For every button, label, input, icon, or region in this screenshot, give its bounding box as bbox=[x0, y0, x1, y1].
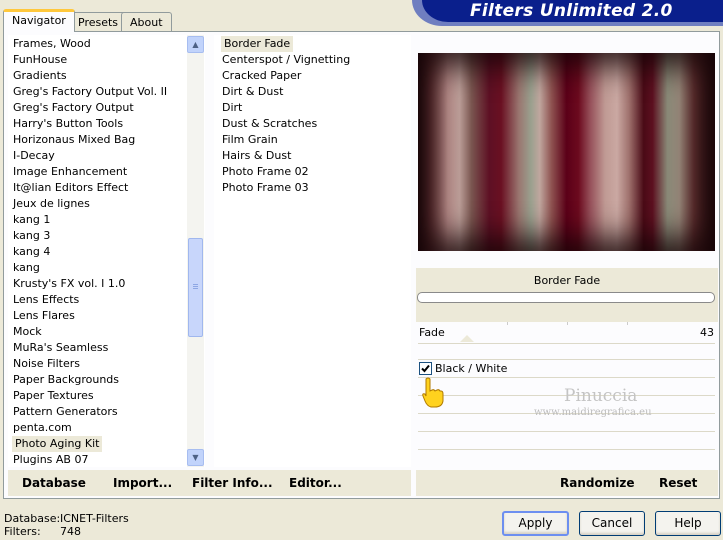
filter-item[interactable]: Dirt & Dust bbox=[222, 84, 283, 100]
category-item[interactable]: Horizonaus Mixed Bag bbox=[13, 132, 135, 148]
filter-item[interactable]: Border Fade bbox=[221, 36, 294, 52]
apply-button[interactable]: Apply bbox=[502, 511, 569, 536]
scroll-up-button[interactable]: ▲ bbox=[187, 36, 204, 53]
category-item[interactable]: Image Enhancement bbox=[13, 164, 127, 180]
thumb-grip bbox=[193, 288, 198, 289]
divider bbox=[418, 359, 715, 360]
category-item[interactable]: I-Decay bbox=[13, 148, 55, 164]
black-white-checkbox[interactable] bbox=[419, 362, 432, 375]
watermark-url: www.maidiregrafica.eu bbox=[534, 407, 652, 418]
filter-item[interactable]: Photo Frame 02 bbox=[222, 164, 309, 180]
category-item[interactable]: Greg's Factory Output Vol. II bbox=[13, 84, 167, 100]
category-item[interactable]: Frames, Wood bbox=[13, 36, 91, 52]
category-item[interactable]: kang bbox=[13, 260, 40, 276]
category-item[interactable]: Jeux de lignes bbox=[13, 196, 90, 212]
filter-item[interactable]: Centerspot / Vignetting bbox=[222, 52, 350, 68]
category-item[interactable]: MuRa's Seamless bbox=[13, 340, 108, 356]
import-button[interactable]: Import... bbox=[113, 476, 172, 490]
category-item[interactable]: Noise Filters bbox=[13, 356, 80, 372]
randomize-button[interactable]: Randomize bbox=[560, 476, 634, 490]
chevron-up-icon: ▲ bbox=[192, 40, 199, 49]
filter-item[interactable]: Photo Frame 03 bbox=[222, 180, 309, 196]
app-title: Filters Unlimited 2.0 bbox=[470, 1, 673, 21]
slider-tick bbox=[627, 322, 628, 325]
filter-item[interactable]: Cracked Paper bbox=[222, 68, 301, 84]
filter-item[interactable]: Hairs & Dust bbox=[222, 148, 291, 164]
editor-button[interactable]: Editor... bbox=[289, 476, 342, 490]
divider bbox=[418, 431, 715, 432]
filter-item[interactable]: Film Grain bbox=[222, 132, 278, 148]
tab-about-label: About bbox=[130, 16, 163, 29]
apply-button-label: Apply bbox=[518, 516, 553, 530]
database-status-value: ICNET-Filters bbox=[60, 512, 129, 525]
filter-info-button-label: Filter Info... bbox=[192, 476, 273, 490]
chevron-down-icon: ▼ bbox=[192, 453, 199, 462]
category-item[interactable]: Mock bbox=[13, 324, 42, 340]
filter-item[interactable]: Dust & Scratches bbox=[222, 116, 317, 132]
tab-presets[interactable]: Presets bbox=[69, 12, 128, 32]
database-button[interactable]: Database bbox=[22, 476, 86, 490]
fade-slider-thumb[interactable] bbox=[460, 335, 474, 342]
reset-button[interactable]: Reset bbox=[659, 476, 697, 490]
thumb-grip bbox=[193, 286, 198, 287]
category-item[interactable]: It@lian Editors Effect bbox=[13, 180, 128, 196]
category-item[interactable]: Krusty's FX vol. I 1.0 bbox=[13, 276, 125, 292]
category-item[interactable]: kang 4 bbox=[13, 244, 50, 260]
black-white-label: Black / White bbox=[435, 362, 508, 375]
thumb-grip bbox=[193, 284, 198, 285]
category-item[interactable]: Pattern Generators bbox=[13, 404, 118, 420]
cancel-button-label: Cancel bbox=[591, 516, 633, 530]
scrollbar-thumb[interactable] bbox=[188, 238, 203, 337]
scroll-down-button[interactable]: ▼ bbox=[187, 449, 204, 466]
category-item[interactable]: kang 3 bbox=[13, 228, 50, 244]
import-button-label: Import... bbox=[113, 476, 173, 490]
slider-tick bbox=[567, 322, 568, 325]
category-item[interactable]: Greg's Factory Output bbox=[13, 100, 134, 116]
help-button[interactable]: Help bbox=[655, 511, 721, 536]
reset-button-label: Reset bbox=[659, 476, 698, 490]
progress-bar bbox=[417, 292, 715, 303]
tab-presets-label: Presets bbox=[78, 16, 119, 29]
category-item[interactable]: Harry's Button Tools bbox=[13, 116, 123, 132]
category-item[interactable]: Paper Backgrounds bbox=[13, 372, 119, 388]
filter-item[interactable]: Dirt bbox=[222, 100, 242, 116]
filter-info-button[interactable]: Filter Info... bbox=[192, 476, 273, 490]
divider bbox=[418, 343, 715, 344]
help-button-label: Help bbox=[674, 516, 702, 530]
divider bbox=[418, 449, 715, 450]
slider-tick bbox=[507, 322, 508, 325]
category-item[interactable]: Plugins AB 07 bbox=[13, 452, 88, 468]
tab-navigator[interactable]: Navigator bbox=[3, 9, 75, 32]
category-item[interactable]: Paper Textures bbox=[13, 388, 94, 404]
category-item[interactable]: Lens Flares bbox=[13, 308, 75, 324]
filter-preview-image bbox=[418, 53, 715, 251]
randomize-button-label: Randomize bbox=[560, 476, 635, 490]
watermark-name: Pinuccia bbox=[564, 386, 638, 406]
category-item[interactable]: kang 1 bbox=[13, 212, 50, 228]
category-item[interactable]: Photo Aging Kit bbox=[12, 436, 103, 452]
divider bbox=[418, 377, 715, 378]
editor-button-label: Editor... bbox=[289, 476, 342, 490]
title-banner: Filters Unlimited 2.0 bbox=[422, 0, 723, 22]
category-item[interactable]: Lens Effects bbox=[13, 292, 79, 308]
category-item[interactable]: FunHouse bbox=[13, 52, 67, 68]
hand-pointer-icon bbox=[422, 377, 444, 408]
checkmark-icon bbox=[421, 364, 430, 373]
cancel-button[interactable]: Cancel bbox=[579, 511, 645, 536]
filter-name-label: Border Fade bbox=[533, 274, 601, 287]
filters-count-value: 748 bbox=[60, 525, 81, 538]
category-item[interactable]: penta.com bbox=[13, 420, 72, 436]
database-status-label: Database: bbox=[4, 512, 61, 525]
tab-navigator-label: Navigator bbox=[12, 14, 66, 27]
database-button-label: Database bbox=[22, 476, 86, 490]
category-item[interactable]: Gradients bbox=[13, 68, 67, 84]
filters-count-label: Filters: bbox=[4, 525, 41, 538]
tab-about[interactable]: About bbox=[121, 12, 172, 32]
